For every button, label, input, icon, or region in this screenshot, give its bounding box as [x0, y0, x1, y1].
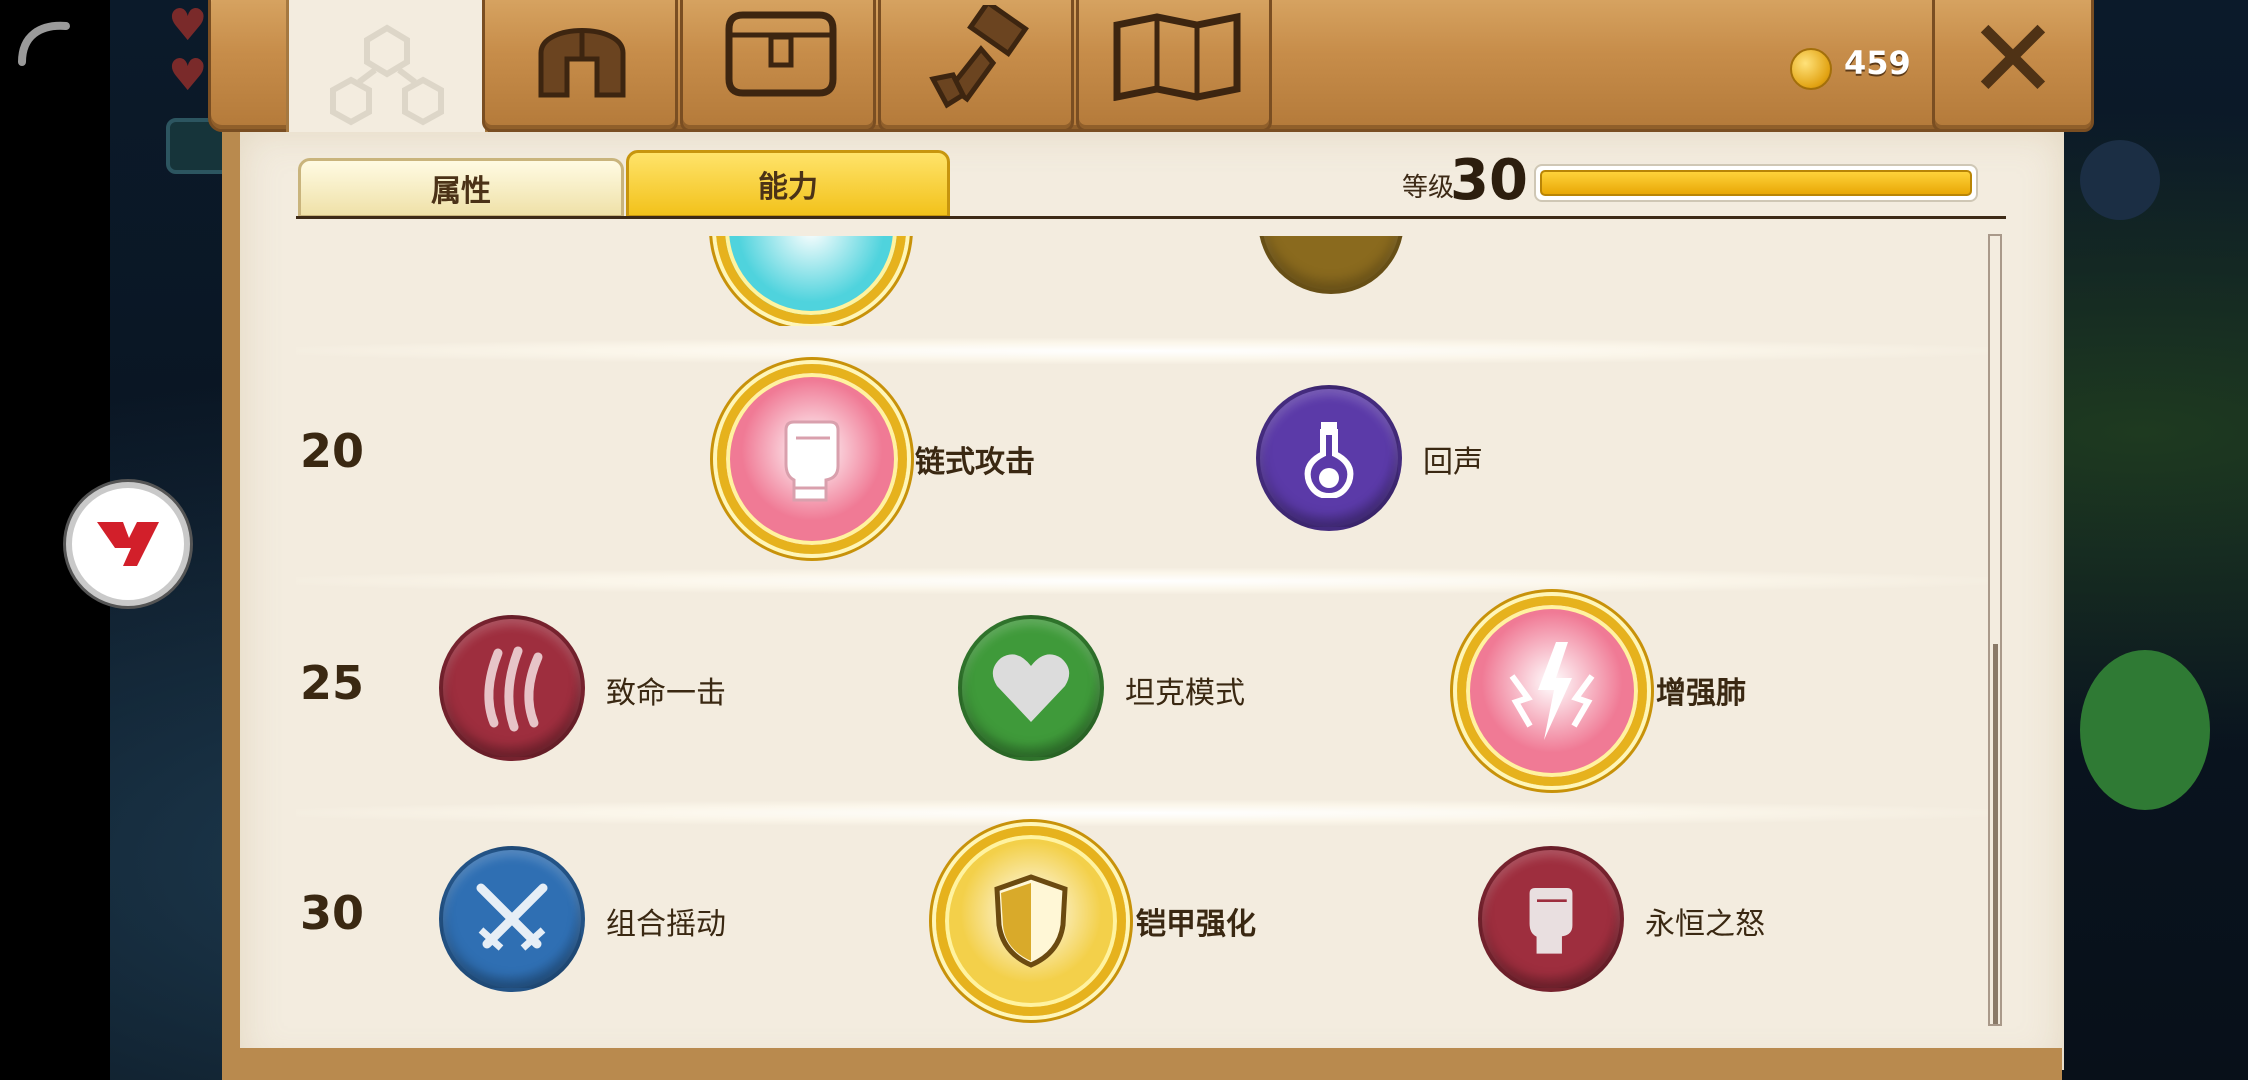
claw-icon [484, 646, 543, 732]
skill-chain-attack[interactable] [717, 364, 907, 554]
close-icon: ✕ [1966, 0, 2060, 123]
partial-row [240, 236, 1988, 326]
tab-map[interactable] [1076, 0, 1272, 132]
skill-tank-mode[interactable] [958, 615, 1104, 761]
row-level: 25 [300, 656, 365, 710]
map-icon [1113, 12, 1241, 101]
coin-icon [1790, 48, 1832, 90]
floating-app-badge[interactable] [66, 482, 190, 606]
tab-helmet[interactable] [482, 0, 678, 132]
tab-abilities[interactable]: 能力 [626, 150, 950, 218]
skill-critical-strike[interactable] [439, 615, 585, 761]
row-level: 20 [300, 424, 365, 478]
bag-icon [725, 11, 837, 97]
close-button[interactable]: ✕ [1932, 0, 2094, 132]
skill-combo-shake[interactable] [439, 846, 585, 992]
skill-tree-icon [330, 24, 444, 126]
skill-label: 组合摇动 [606, 907, 726, 942]
app-logo-icon [97, 522, 159, 566]
tab-skill-tree[interactable] [286, 0, 488, 132]
row-separator [296, 568, 1988, 594]
heart-icon: ♥ [168, 50, 208, 101]
green-game-button[interactable] [2080, 650, 2210, 810]
heart-icon: ♥ [168, 0, 208, 51]
scrollbar-thumb[interactable] [1993, 644, 1998, 1024]
skill-label: 永恒之怒 [1645, 907, 1765, 942]
row-level: 30 [300, 886, 365, 940]
tab-attributes[interactable]: 属性 [298, 158, 624, 218]
tab-divider [296, 216, 2006, 219]
tab-crafting[interactable] [878, 0, 1074, 132]
fist-icon [784, 420, 840, 502]
skill-label: 致命一击 [606, 676, 726, 711]
xp-bar [1534, 164, 1978, 202]
panel-bottom-border [222, 1048, 2062, 1080]
skill-icon[interactable] [716, 236, 906, 324]
flask-icon [1304, 422, 1354, 498]
row-separator [296, 800, 1988, 826]
shield-icon [994, 874, 1068, 968]
fist-icon [1526, 885, 1576, 957]
skill-label: 坦克模式 [1125, 676, 1245, 711]
skill-armor-boost[interactable] [936, 826, 1126, 1016]
skill-icon[interactable] [1258, 236, 1404, 294]
helmet-icon [538, 28, 626, 98]
tab-inventory[interactable] [680, 0, 876, 132]
skill-eternal-rage[interactable] [1478, 846, 1624, 992]
coin-count: 459 [1844, 44, 1911, 82]
xp-bar-fill [1540, 170, 1972, 196]
heart-icon [992, 654, 1070, 722]
swords-icon [476, 883, 548, 951]
skill-label: 回声 [1423, 445, 1483, 480]
back-hook-icon[interactable] [14, 14, 74, 74]
hammer-icon [929, 5, 1029, 109]
skill-label: 链式攻击 [915, 445, 1035, 480]
row-separator [296, 338, 1988, 364]
level-value: 30 [1450, 148, 1528, 213]
skill-enhanced-lungs[interactable] [1457, 596, 1647, 786]
skill-label: 增强肺 [1656, 676, 1746, 711]
hud-round-button[interactable] [2080, 140, 2160, 220]
lightning-icon [1509, 642, 1595, 740]
skill-label: 铠甲强化 [1136, 907, 1256, 942]
skill-echo[interactable] [1256, 385, 1402, 531]
level-label: 等级 [1402, 173, 1455, 203]
